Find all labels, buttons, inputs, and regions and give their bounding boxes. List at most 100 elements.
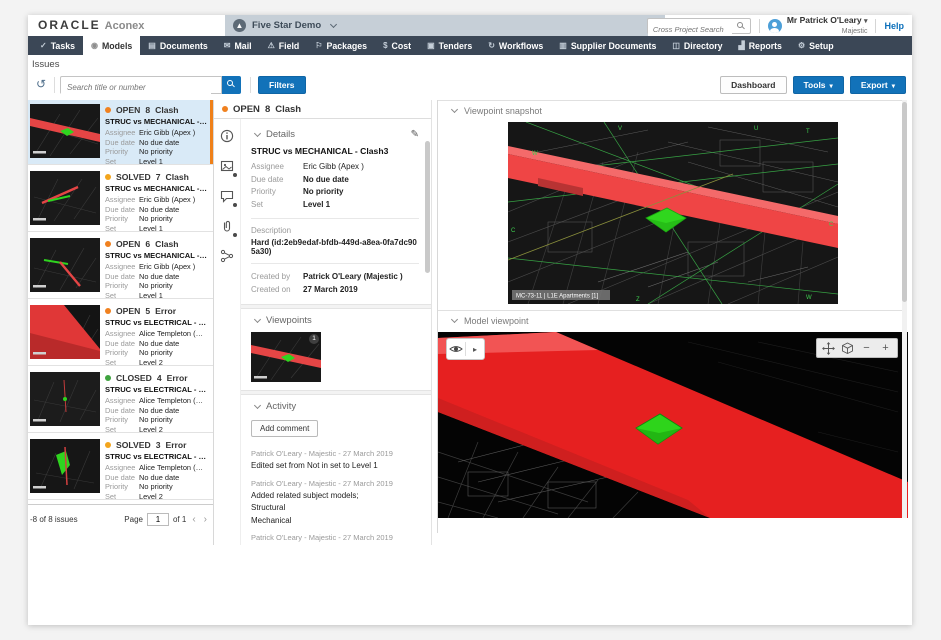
nav-tab-models[interactable]: ◉Models [83,36,140,55]
issue-card[interactable]: OPEN8Clash STRUC vs MECHANICAL - Clash3 … [28,100,213,165]
orbit-icon[interactable] [838,342,857,355]
issue-type: Error [165,440,186,450]
zoom-out-icon[interactable]: − [857,342,876,354]
caret-down-icon: ▾ [892,82,895,90]
issue-number: 8 [145,105,150,115]
right-panel-scrollbar[interactable] [902,100,907,518]
global-actions: Mr Patrick O'Leary ▾ Majestic Help [647,17,904,35]
detail-scrollbar[interactable] [425,141,430,273]
cross-project-search-input[interactable] [648,23,732,37]
description-label: Description [251,226,419,235]
issue-search[interactable] [60,76,222,94]
zoom-in-icon[interactable]: + [876,342,895,354]
details-section-header[interactable]: Details ✎ [251,129,419,140]
nav-tab-tasks[interactable]: ✓Tasks [32,36,83,55]
user-menu[interactable]: Mr Patrick O'Leary ▾ Majestic [768,16,868,36]
issue-status: OPEN [116,105,140,115]
list-footer: -8 of 8 issues Page of 1 ‹ › [28,504,213,526]
nav-tab-workflows[interactable]: ↻Workflows [480,36,551,55]
nav-tab-field[interactable]: ⚠Field [260,36,308,55]
setup-icon: ⚙ [798,41,805,50]
cross-project-search[interactable] [647,18,751,34]
viewer-nav-toolbar: − + [816,338,898,358]
caret-down-icon: ▾ [864,18,868,25]
add-comment-button[interactable]: Add comment [251,420,318,437]
issue-number: 6 [145,239,150,249]
nav-tab-setup[interactable]: ⚙Setup [790,36,842,55]
tools-button[interactable]: Tools▾ [793,76,844,94]
nav-tab-mail[interactable]: ✉Mail [216,36,260,55]
tasks-icon: ✓ [40,41,47,50]
nav-tab-documents[interactable]: ▤Documents [140,36,215,55]
prev-page-button[interactable]: ‹ [190,514,197,525]
comments-icon[interactable] [220,189,234,203]
expand-toolbar-icon[interactable]: ▸ [466,345,484,354]
model-3d-viewport[interactable]: ▸ − + [438,332,908,518]
tenders-icon: ▣ [427,41,435,50]
user-org: Majestic [842,28,868,35]
model-section-header[interactable]: Model viewpoint [438,310,907,330]
issue-thumbnail [30,238,100,292]
viewpoints-section-header[interactable]: Viewpoints [251,315,419,326]
activity-meta: Patrick O'Leary - Majestic - 27 March 20… [251,479,419,488]
project-selector[interactable]: ▲ Five Star Demo [225,15,665,36]
export-button[interactable]: Export▾ [850,76,906,94]
viewpoints-icon[interactable] [220,159,234,173]
supplier-documents-icon: ▥ [559,41,567,50]
issue-search-input[interactable] [61,80,211,96]
nav-tab-tenders[interactable]: ▣Tenders [419,36,480,55]
search-button[interactable] [222,76,241,94]
svg-text:W: W [532,151,538,157]
issue-status: CLOSED [116,373,152,383]
viewpoint-thumbnail[interactable]: 1 [251,332,321,382]
directory-icon: ◫ [672,41,680,50]
snapshot-section-header[interactable]: Viewpoint snapshot [438,100,907,120]
issue-card[interactable]: OPEN5Error STRUC vs ELECTRICAL - Clash4 … [28,301,213,366]
page-label: Page [124,515,143,524]
help-link[interactable]: Help [884,21,904,31]
issue-title: STRUC vs ELECTRICAL - Clash4 [105,318,207,327]
collapse-chevron-icon [254,315,261,322]
issue-card[interactable]: SOLVED3Error STRUC vs ELECTRICAL - Clash… [28,435,213,500]
filters-button[interactable]: Filters [258,76,306,94]
edit-icon[interactable]: ✎ [411,129,419,140]
nav-tab-directory[interactable]: ◫Directory [664,36,730,55]
issue-card[interactable]: OPEN6Clash STRUC vs MECHANICAL - Clash1 … [28,234,213,299]
status-dot [105,442,111,448]
info-icon[interactable] [220,129,234,143]
attachments-icon[interactable] [220,219,234,233]
issue-status: OPEN [116,306,140,316]
page-input[interactable] [147,513,169,526]
issue-due-date: No due date [139,138,179,148]
next-page-button[interactable]: › [202,514,209,525]
status-dot [105,308,111,314]
dashboard-button[interactable]: Dashboard [720,76,786,94]
refresh-icon[interactable]: ↺ [36,77,46,91]
pan-icon[interactable] [819,342,838,355]
detail-priority: No priority [303,186,343,199]
nav-tab-cost[interactable]: $Cost [375,36,419,55]
detail-assignee: Eric Gibb (Apex ) [303,161,364,174]
nav-tab-reports[interactable]: ▟Reports [731,36,790,55]
collapse-chevron-icon [451,315,458,322]
issue-card[interactable]: CLOSED4Error STRUC vs ELECTRICAL - Clash… [28,368,213,433]
activity-section-header[interactable]: Activity [251,401,419,412]
eye-icon[interactable] [447,344,465,354]
issue-title: STRUC vs MECHANICAL - Clash3 [105,117,207,126]
issue-card[interactable]: SOLVED7Clash STRUC vs MECHANICAL - Clash… [28,167,213,232]
status-dot [105,241,111,247]
issue-title: STRUC vs MECHANICAL - Clash1 [105,251,207,260]
related-models-icon[interactable] [220,249,234,263]
status-dot [222,106,228,112]
nav-tab-packages[interactable]: ⚐Packages [307,36,375,55]
activity-entry: Patrick O'Leary - Majestic - 27 March 20… [251,449,419,471]
issue-priority: No priority [139,147,173,157]
collapse-chevron-icon [254,129,261,136]
issue-type: Error [155,306,176,316]
status-dot [105,107,111,113]
oracle-logo: ORACLE [38,18,101,32]
issue-title: STRUC vs ELECTRICAL - Clash2 [105,452,207,461]
field-icon: ⚠ [268,41,275,50]
nav-tab-supplier-documents[interactable]: ▥Supplier Documents [551,36,664,55]
chevron-down-icon [330,20,337,27]
